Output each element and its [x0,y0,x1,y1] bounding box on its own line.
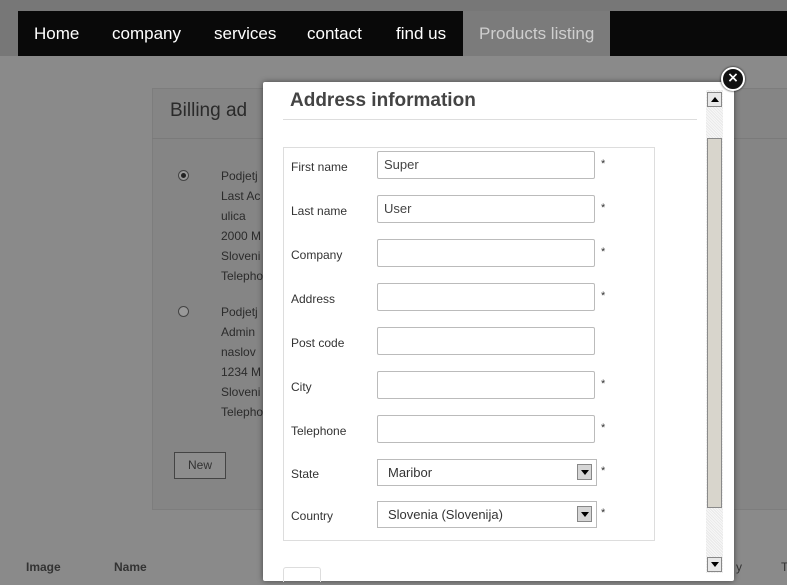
last-name-input[interactable]: User [377,195,595,223]
column-image: Image [26,560,61,574]
dropdown-arrow-icon[interactable] [577,464,592,480]
required-mark: * [601,290,606,302]
column-partial-2: T [781,560,787,574]
nav-bar: Home company services contact find us Pr… [18,11,787,56]
modal-scrollbar[interactable] [706,90,723,573]
country-label: Country [291,509,334,523]
address-modal: Address information First name Super * L… [263,82,734,582]
country-select[interactable]: Slovenia (Slovenija) [377,501,597,528]
title-divider [283,119,697,120]
required-mark: * [601,202,606,214]
column-name: Name [114,560,147,574]
scroll-up-arrow-icon[interactable] [707,92,722,107]
post-code-label: Post code [291,336,345,350]
nav-home[interactable]: Home [34,11,79,56]
submit-button-partial[interactable] [283,567,321,582]
city-label: City [291,380,312,394]
modal-title: Address information [290,90,476,111]
required-mark: * [601,158,606,170]
city-input[interactable] [377,371,595,399]
telephone-input[interactable] [377,415,595,443]
top-navigation: Home company services contact find us Pr… [0,0,787,56]
scrollbar-thumb[interactable] [707,138,722,508]
required-mark: * [601,422,606,434]
address-input[interactable] [377,283,595,311]
first-name-input[interactable]: Super [377,151,595,179]
column-partial-1: y [736,560,742,574]
company-input[interactable] [377,239,595,267]
address-radio-2[interactable] [178,306,189,317]
country-select-value: Slovenia (Slovenija) [388,507,503,522]
state-label: State [291,467,320,481]
dropdown-arrow-icon[interactable] [577,506,592,522]
new-address-button[interactable]: New [174,452,226,479]
address-text-1: Podjetj Last Ac ulica 2000 M Sloveni Tel… [221,169,264,283]
required-mark: * [601,246,606,258]
state-select[interactable]: Maribor [377,459,597,486]
nav-find-us[interactable]: find us [396,11,446,56]
state-select-value: Maribor [388,465,433,480]
scroll-down-arrow-icon[interactable] [707,557,722,572]
first-name-label: First name [291,160,348,174]
nav-products-listing[interactable]: Products listing [463,11,611,56]
address-form: First name Super * Last name User * Comp… [283,147,655,541]
nav-company[interactable]: company [112,11,181,56]
address-label: Address [291,292,336,306]
required-mark: * [601,507,606,519]
close-icon[interactable]: × [721,67,745,91]
company-label: Company [291,248,343,262]
billing-address-title: Billing ad [170,100,248,121]
nav-contact[interactable]: contact [307,11,362,56]
last-name-label: Last name [291,204,348,218]
address-radio-1[interactable] [178,170,189,181]
nav-services[interactable]: services [214,11,276,56]
address-text-2: Podjetj Admin naslov 1234 M Sloveni Tele… [221,305,264,419]
required-mark: * [601,378,606,390]
post-code-input[interactable] [377,327,595,355]
required-mark: * [601,465,606,477]
telephone-label: Telephone [291,424,347,438]
